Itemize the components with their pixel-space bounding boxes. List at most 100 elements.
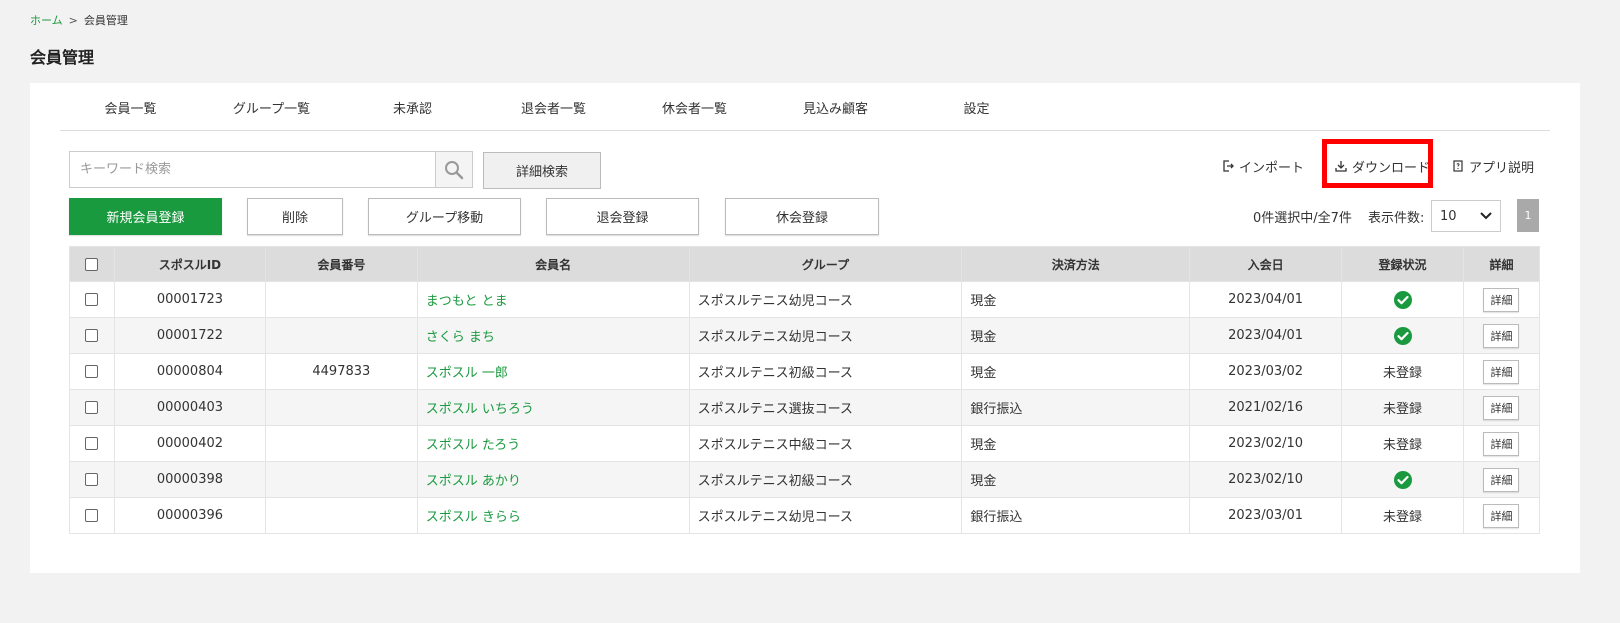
row-status [1341,281,1464,318]
member-name-link[interactable]: スポスル きらら [426,510,521,525]
detail-button[interactable]: 詳細 [1483,431,1520,456]
row-checkbox[interactable] [85,509,99,522]
search-button[interactable] [435,152,472,187]
new-member-button[interactable]: 新規会員登録 [69,198,222,235]
tab-prospects[interactable]: 見込み顧客 [765,83,906,131]
member-name-link[interactable]: さくら まち [426,330,495,345]
row-checkbox[interactable] [85,473,99,486]
page-title: 会員管理 [30,48,95,67]
app-help-link[interactable]: アプリ説明 [1452,156,1534,176]
row-id: 00001723 [113,281,266,318]
row-select-cell [69,389,115,426]
registered-check-icon [1393,470,1412,489]
row-detail-cell: 詳細 [1462,281,1541,318]
row-name-cell: スポスル いちろう [416,389,690,426]
member-name-link[interactable]: スポスル いちろう [426,402,534,417]
row-checkbox[interactable] [85,365,99,378]
row-member-no: 4497833 [264,353,418,390]
import-label: インポート [1239,160,1305,176]
row-group: スポスルテニス選抜コース [688,389,963,426]
row-status: 未登録 [1341,497,1464,534]
row-group: スポスルテニス初級コース [688,353,963,390]
chevron-down-icon [1480,212,1492,220]
tab-withdrawn-list[interactable]: 退会者一覧 [483,83,624,131]
row-name-cell: スポスル たろう [416,425,690,462]
row-checkbox[interactable] [85,437,99,450]
row-status: 未登録 [1341,425,1464,462]
selection-count: 0件選択中/全7件 [1253,211,1352,226]
suspend-register-button[interactable]: 休会登録 [725,198,879,235]
member-name-link[interactable]: スポスル たろう [426,438,520,453]
tab-group-list[interactable]: グループ一覧 [201,83,342,131]
breadcrumb-home-link[interactable]: ホーム [30,12,63,28]
table-row: 00000402 スポスル たろう スポスルテニス中級コース 現金 2023/02/10… [69,425,1541,462]
per-page-select[interactable]: 10 [1431,200,1501,232]
row-member-no [264,425,418,462]
row-select-cell [69,497,115,534]
member-name-link[interactable]: まつもと とま [426,294,508,309]
select-all-checkbox[interactable] [85,258,99,271]
detail-button[interactable]: 詳細 [1483,395,1520,420]
member-name-link[interactable]: スポスル 一郎 [426,366,508,381]
header-payment: 決済方法 [961,246,1191,282]
search-input[interactable] [70,152,435,187]
table-row: 00001722 さくら まち スポスルテニス幼児コース 現金 2023/04/01 詳細 [69,317,1541,354]
row-payment: 銀行振込 [961,389,1191,426]
breadcrumb-current: 会員管理 [83,14,128,27]
row-checkbox[interactable] [85,293,99,306]
row-name-cell: スポスル あかり [416,461,690,498]
status-text: 未登録 [1383,510,1423,525]
breadcrumb: ホーム > 会員管理 [30,12,128,28]
row-join-date: 2023/02/10 [1189,461,1343,498]
group-move-button[interactable]: グループ移動 [368,198,521,235]
row-group: スポスルテニス幼児コース [688,281,963,318]
delete-button[interactable]: 削除 [247,198,343,235]
app-help-label: アプリ説明 [1469,160,1535,176]
header-status: 登録状況 [1341,246,1464,282]
per-page-label: 表示件数: [1368,211,1425,226]
advanced-search-button[interactable]: 詳細検索 [483,152,601,189]
pagination-page[interactable]: 1 [1517,199,1539,232]
row-group: スポスルテニス中級コース [688,425,963,462]
detail-button[interactable]: 詳細 [1483,287,1520,312]
row-join-date: 2023/02/10 [1189,425,1343,462]
row-group: スポスルテニス初級コース [688,461,963,498]
row-name-cell: スポスル きらら [416,497,690,534]
registered-check-icon [1393,290,1412,309]
row-member-no [264,317,418,354]
row-payment: 現金 [961,353,1191,390]
table-row: 00000398 スポスル あかり スポスルテニス初級コース 現金 2023/02/10… [69,461,1541,498]
search-box [69,151,473,188]
withdraw-register-button[interactable]: 退会登録 [546,198,699,235]
row-join-date: 2023/03/02 [1189,353,1343,390]
row-id: 00000398 [113,461,266,498]
table-row: 00001723 まつもと とま スポスルテニス幼児コース 現金 2023/04/01 詳… [69,281,1541,318]
member-name-link[interactable]: スポスル あかり [426,474,521,489]
help-book-icon [1453,160,1463,172]
row-id: 00000804 [113,353,266,390]
status-text: 未登録 [1383,402,1423,417]
detail-button[interactable]: 詳細 [1483,359,1520,384]
header-select-all [69,246,115,282]
row-payment: 現金 [961,461,1191,498]
tab-member-list[interactable]: 会員一覧 [60,83,201,131]
row-member-no [264,389,418,426]
row-join-date: 2023/03/01 [1189,497,1343,534]
row-id: 00000396 [113,497,266,534]
download-highlight-box [1322,139,1433,188]
import-link[interactable]: インポート [1222,156,1304,176]
row-member-no [264,461,418,498]
row-select-cell [69,461,115,498]
tab-suspended-list[interactable]: 休会者一覧 [624,83,765,131]
row-checkbox[interactable] [85,329,99,342]
detail-button[interactable]: 詳細 [1483,467,1520,492]
row-select-cell [69,281,115,318]
search-icon [445,160,464,179]
detail-button[interactable]: 詳細 [1483,323,1520,348]
tab-settings[interactable]: 設定 [906,83,1047,131]
tab-unapproved[interactable]: 未承認 [342,83,483,131]
header-detail: 詳細 [1462,246,1541,282]
detail-button[interactable]: 詳細 [1483,503,1520,528]
row-checkbox[interactable] [85,401,99,414]
row-status: 未登録 [1341,353,1464,390]
